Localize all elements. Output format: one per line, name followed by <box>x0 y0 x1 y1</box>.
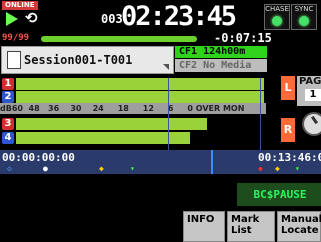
mark-diamond-icon: ◆ <box>275 164 280 173</box>
channel-1-label: 1 <box>2 78 14 90</box>
mark-triangle-icon: ▾ <box>295 164 300 173</box>
channel-4-label: 4 <box>2 132 14 144</box>
mark-end-icon: ◆ <box>258 164 263 173</box>
timeline-start: 00:00:00:00 <box>2 151 75 164</box>
dial-mark <box>310 115 319 125</box>
scale-48: 48 <box>28 104 40 113</box>
dropdown-corner-icon <box>163 64 169 70</box>
scale-12: 12 <box>142 104 154 113</box>
page-label: PAGE <box>299 76 321 87</box>
cf2-status: CF2 No Media <box>175 59 267 72</box>
right-channel-indicator: R <box>281 118 295 142</box>
page-selector[interactable]: PAGE 1 <box>297 76 321 106</box>
chase-led-icon <box>272 16 282 26</box>
chase-label: CHASE <box>265 5 289 13</box>
scale-over: OVER <box>195 104 221 113</box>
session-selector[interactable]: Session001-T001 <box>1 46 174 74</box>
status-message: BC$PAUSE <box>237 183 321 206</box>
chase-indicator: CHASE <box>264 4 290 30</box>
timecode-small: 003 <box>101 12 123 26</box>
timecode-value: 02:23:45 <box>121 1 237 32</box>
channel-3-label: 3 <box>2 118 14 130</box>
sync-indicator: SYNC <box>291 4 317 30</box>
mark-pin-icon: ● <box>43 164 48 173</box>
timecode-main: 02:23:45 <box>121 1 237 32</box>
scale-0: 0 <box>187 104 193 113</box>
scale-mon: MON <box>222 104 245 113</box>
sync-label: SYNC <box>294 5 314 13</box>
scale-18: 18 <box>117 104 129 113</box>
playback-progress-bar <box>41 36 197 42</box>
meter-divider-0db <box>260 78 261 150</box>
meter-scale: dB60 48 36 30 24 18 12 6 0 OVER MON <box>0 103 266 114</box>
mark-list-button[interactable]: Mark List <box>227 211 275 242</box>
left-channel-indicator: L <box>281 76 295 100</box>
data-dial-icon[interactable] <box>302 112 321 136</box>
manual-locate-button[interactable]: Manual Locate <box>277 211 321 242</box>
scale-24: 24 <box>92 104 104 113</box>
mark-diamond-icon: ◇ <box>7 164 12 173</box>
channel-3-meter <box>16 118 207 130</box>
timeline-end: 00:13:46:0 <box>258 151 321 164</box>
take-counter: 99/99 <box>2 33 30 43</box>
page-number: 1 <box>305 89 321 101</box>
channel-1-meter <box>16 78 264 90</box>
meter-divider-18db <box>168 78 169 150</box>
repeat-icon: ⟲ <box>25 9 38 27</box>
scale-db: dB60 <box>0 104 23 113</box>
channel-2-label: 2 <box>2 91 14 103</box>
channel-2-meter <box>16 91 264 103</box>
remain-time: -0:07:15 <box>214 31 272 45</box>
mark-diamond-icon: ◆ <box>99 164 104 173</box>
sync-led-icon <box>299 16 309 26</box>
play-icon <box>6 12 18 26</box>
document-icon <box>7 51 21 69</box>
mark-triangle-icon: ▾ <box>130 164 135 173</box>
scale-30: 30 <box>70 104 82 113</box>
info-button[interactable]: INFO <box>183 211 225 242</box>
scale-36: 36 <box>48 104 60 113</box>
session-name: Session001-T001 <box>24 53 133 67</box>
cf1-status: CF1 124h00m <box>175 46 267 58</box>
playhead-icon[interactable] <box>211 150 213 174</box>
channel-4-meter <box>16 132 190 144</box>
